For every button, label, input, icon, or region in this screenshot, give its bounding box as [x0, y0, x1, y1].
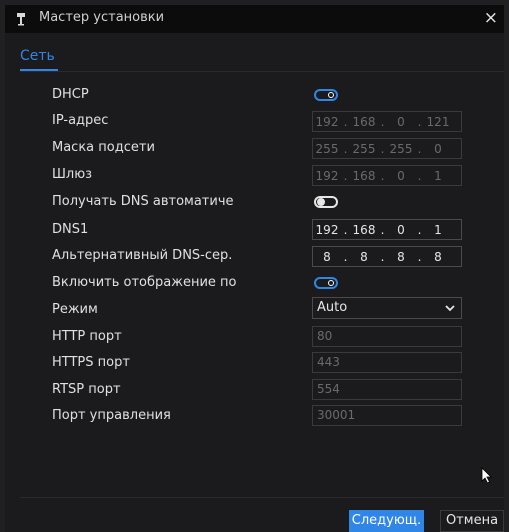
ip-octet: 121 — [426, 114, 450, 129]
ip-octet: 0 — [397, 168, 405, 183]
ip-octet: 1 — [434, 168, 442, 183]
ip-octet: 8 — [434, 249, 442, 264]
mode-label: Режим — [52, 302, 98, 317]
http-port-label: HTTP порт — [52, 329, 122, 344]
mode-select[interactable]: Auto — [312, 297, 462, 319]
dns-alt-label: Альтернативный DNS-сер. — [52, 248, 233, 263]
toggle-knob — [317, 198, 325, 206]
title-bar: Мастер установки × — [5, 5, 504, 33]
setup-wizard-dialog: Мастер установки × Сеть DHCP IP-адрес 19… — [0, 0, 509, 532]
display-toggle[interactable] — [314, 277, 338, 289]
subnet-mask-label: Маска подсети — [52, 140, 155, 155]
https-port-field[interactable]: 443 — [312, 352, 462, 373]
wizard-icon — [17, 13, 25, 26]
ip-octet: 0 — [397, 222, 405, 237]
chevron-down-icon — [445, 305, 455, 312]
tab-divider — [20, 71, 504, 72]
ip-octet: 168 — [352, 114, 376, 129]
dhcp-toggle[interactable] — [314, 89, 338, 101]
window-title: Мастер установки — [39, 10, 165, 25]
tab-network[interactable]: Сеть — [20, 48, 55, 64]
ip-address-field[interactable]: 192. 168. 0. 121 — [312, 111, 462, 132]
display-label: Включить отображение по — [52, 275, 237, 290]
dns1-field[interactable]: 192. 168. 0. 1 — [312, 219, 462, 240]
mode-value: Auto — [317, 300, 348, 315]
ip-octet: 255 — [352, 141, 376, 156]
ip-octet: 8 — [397, 249, 405, 264]
dns1-label: DNS1 — [52, 222, 89, 237]
http-port-field[interactable]: 80 — [312, 326, 462, 347]
cancel-button[interactable]: Отмена — [440, 510, 504, 532]
ip-octet: 1 — [434, 222, 442, 237]
mouse-cursor-icon — [481, 467, 492, 484]
ip-octet: 192 — [315, 114, 339, 129]
ip-octet: 168 — [352, 168, 376, 183]
ip-address-label: IP-адрес — [52, 113, 109, 128]
ip-octet: 0 — [397, 114, 405, 129]
ip-octet: 168 — [352, 222, 376, 237]
subnet-mask-field[interactable]: 255. 255. 255. 0 — [312, 138, 462, 159]
ip-octet: 192 — [315, 168, 339, 183]
mgmt-port-field[interactable]: 30001 — [312, 405, 462, 426]
dialog-body — [5, 5, 504, 532]
dns-auto-label: Получать DNS автоматиче — [52, 194, 234, 209]
ip-octet: 8 — [360, 249, 368, 264]
next-button[interactable]: Следующ. — [349, 510, 424, 532]
rtsp-port-field[interactable]: 554 — [312, 379, 462, 400]
dhcp-label: DHCP — [52, 87, 89, 102]
ip-octet: 192 — [315, 222, 339, 237]
rtsp-port-label: RTSP порт — [52, 382, 121, 397]
https-port-label: HTTPS порт — [52, 355, 130, 370]
gateway-label: Шлюз — [52, 167, 93, 182]
ip-octet: 8 — [323, 249, 331, 264]
dns-alt-field[interactable]: 8. 8. 8. 8 — [312, 246, 462, 267]
toggle-knob — [328, 280, 334, 286]
dns-auto-toggle[interactable] — [314, 196, 338, 208]
toggle-knob — [328, 92, 334, 98]
ip-octet: 0 — [434, 141, 442, 156]
footer-divider — [20, 497, 504, 498]
close-icon[interactable]: × — [484, 8, 498, 28]
ip-octet: 255 — [315, 141, 339, 156]
ip-octet: 255 — [389, 141, 413, 156]
mgmt-port-label: Порт управления — [52, 408, 171, 423]
gateway-field[interactable]: 192. 168. 0. 1 — [312, 165, 462, 186]
